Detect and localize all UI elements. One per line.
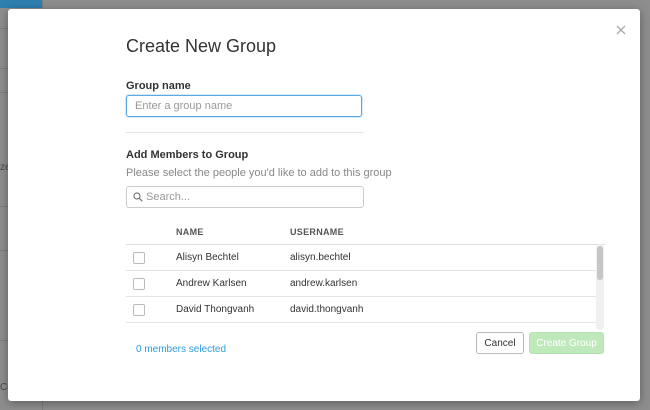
column-header-username: USERNAME [290,227,344,237]
column-header-name: NAME [176,227,204,237]
members-selected-count: 0 members selected [136,344,227,355]
background-right-strip [640,0,650,410]
table-row[interactable]: David Thongvanh david.thongvanh [126,297,596,323]
modal-title: Create New Group [126,36,277,56]
close-button[interactable] [614,23,628,37]
table-row[interactable]: Alisyn Bechtel alisyn.bechtel [126,245,596,271]
members-table: NAME USERNAME Alisyn Bechtel alisyn.bech… [126,222,605,330]
member-username: alisyn.bechtel [290,252,351,263]
section-divider [126,132,364,133]
table-scrollbar[interactable] [596,244,604,330]
close-icon [616,25,626,35]
row-checkbox[interactable] [133,304,145,316]
member-name: Alisyn Bechtel [176,252,239,263]
group-name-label: Group name [126,80,191,92]
member-search [126,186,364,208]
member-username: david.thongvanh [290,304,364,315]
table-row[interactable]: Andrew Karlsen andrew.karlsen [126,271,596,297]
member-name: David Thongvanh [176,304,255,315]
table-header: NAME USERNAME [126,222,605,245]
member-search-input[interactable] [126,186,364,208]
row-checkbox[interactable] [133,278,145,290]
members-help-text: Please select the people you'd like to a… [126,167,392,179]
row-checkbox[interactable] [133,252,145,264]
create-group-modal: Create New Group Group name Add Members … [8,9,640,401]
member-name: Andrew Karlsen [176,278,247,289]
search-icon [133,192,143,202]
members-label: Add Members to Group [126,149,249,161]
member-username: andrew.karlsen [290,278,358,289]
create-group-button[interactable]: Create Group [529,332,604,354]
scrollbar-thumb[interactable] [597,246,603,280]
group-name-input[interactable] [126,95,362,117]
cancel-button[interactable]: Cancel [476,332,524,354]
